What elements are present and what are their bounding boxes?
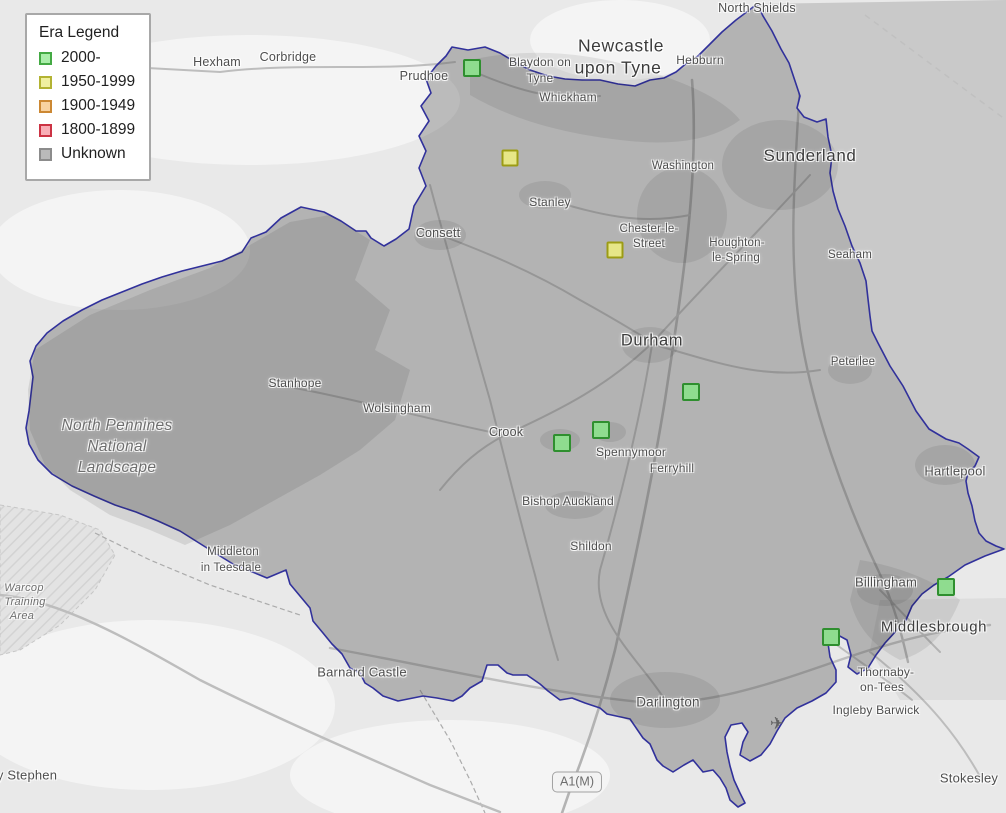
map-canvas[interactable]: ✈ A1(M) North Shields Newcastle upon Tyne H… xyxy=(0,0,1006,813)
era-marker-2000[interactable] xyxy=(937,578,955,596)
legend-item-1950-1999: 1950-1999 xyxy=(39,73,135,91)
legend-swatch xyxy=(39,123,52,137)
legend-item-label: 1800-1899 xyxy=(61,121,136,138)
era-marker-2000[interactable] xyxy=(553,434,571,452)
airplane-icon: ✈ xyxy=(769,714,785,733)
road-badge-a1m: A1(M) xyxy=(551,771,603,793)
legend-swatch xyxy=(39,51,52,65)
legend-title: Era Legend xyxy=(39,24,120,41)
legend-item-label: 1900-1949 xyxy=(61,97,136,114)
era-marker-1950-1999[interactable] xyxy=(606,241,624,259)
era-marker-2000[interactable] xyxy=(822,628,840,646)
legend-items: 2000- 1950-1999 1900-1949 1800-1899 Unknown xyxy=(39,49,135,163)
legend-swatch xyxy=(39,147,52,161)
era-marker-2000[interactable] xyxy=(592,421,610,439)
legend-item-label: 1950-1999 xyxy=(61,73,136,90)
legend-swatch xyxy=(39,99,52,113)
era-marker-1950-1999[interactable] xyxy=(501,149,519,167)
legend-item-unknown: Unknown xyxy=(39,145,135,163)
legend-item-2000: 2000- xyxy=(39,49,135,67)
era-marker-2000[interactable] xyxy=(463,59,481,77)
era-marker-2000[interactable] xyxy=(682,383,700,401)
legend-item-1900-1949: 1900-1949 xyxy=(39,97,135,115)
legend-swatch xyxy=(39,75,52,89)
era-legend: Era Legend 2000- 1950-1999 1900-1949 1800-1… xyxy=(25,13,152,181)
legend-item-1800-1899: 1800-1899 xyxy=(39,121,135,139)
legend-item-label: Unknown xyxy=(61,145,126,162)
legend-item-label: 2000- xyxy=(61,49,101,66)
